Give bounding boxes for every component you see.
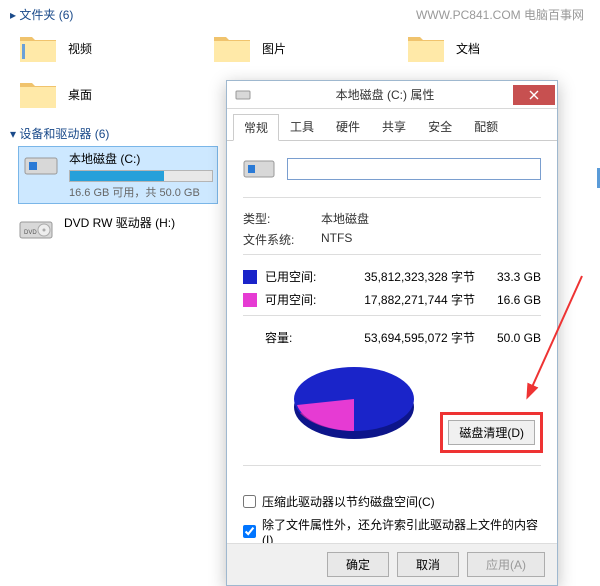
fs-value: NTFS [321,231,352,248]
drive-title: 本地磁盘 (C:) [69,150,213,167]
drive-small-icon [235,87,251,103]
folder-label: 桌面 [68,86,92,103]
free-bytes: 17,882,271,744 字节 [329,291,491,308]
used-swatch [243,270,257,284]
compress-label: 压缩此驱动器以节约磁盘空间(C) [262,493,435,510]
drive-icon [23,150,59,180]
capacity-bytes: 53,694,595,072 字节 [329,329,491,346]
dialog-title: 本地磁盘 (C:) 属性 [257,86,513,103]
tab-general[interactable]: 常规 [233,114,279,141]
folder-icon [18,77,58,111]
used-gb: 33.3 GB [491,270,541,284]
dvd-icon: DVD [18,214,54,244]
drive-dvd[interactable]: DVD DVD RW 驱动器 (H:) [18,210,218,248]
drive-usage-bar [69,170,213,182]
separator [243,254,541,255]
folder-icon [406,31,446,65]
folder-desktop[interactable]: 桌面 [18,77,158,111]
folders-row-1: 视频 图片 文档 [0,27,600,73]
separator [243,315,541,316]
free-gb: 16.6 GB [491,293,541,307]
titlebar[interactable]: 本地磁盘 (C:) 属性 [227,81,557,109]
folder-documents[interactable]: 文档 [406,31,546,65]
folder-label: 图片 [262,40,286,57]
used-label: 已用空间: [265,268,329,285]
tab-hardware[interactable]: 硬件 [325,113,371,140]
close-button[interactable] [513,85,555,105]
type-value: 本地磁盘 [321,210,369,227]
type-label: 类型: [243,210,321,227]
tab-tools[interactable]: 工具 [279,113,325,140]
cancel-button[interactable]: 取消 [397,552,459,577]
folder-icon [18,31,58,65]
used-bytes: 35,812,323,328 字节 [329,268,491,285]
compress-checkbox-row[interactable]: 压缩此驱动器以节约磁盘空间(C) [243,490,541,513]
tab-strip: 常规 工具 硬件 共享 安全 配额 [227,109,557,141]
tab-body: 类型:本地磁盘 文件系统:NTFS 已用空间: 35,812,323,328 字… [227,141,557,560]
free-label: 可用空间: [265,291,329,308]
separator [243,465,541,466]
folder-label: 文档 [456,40,480,57]
disk-cleanup-button[interactable]: 磁盘清理(D) [448,420,535,445]
volume-name-input[interactable] [287,158,541,180]
properties-dialog: 本地磁盘 (C:) 属性 常规 工具 硬件 共享 安全 配额 类型:本地磁盘 文… [226,80,558,586]
usage-pie-chart [284,357,424,447]
tab-quota[interactable]: 配额 [463,113,509,140]
capacity-label: 容量: [265,329,329,346]
close-icon [529,90,539,100]
tab-security[interactable]: 安全 [417,113,463,140]
capacity-gb: 50.0 GB [491,331,541,345]
svg-text:DVD: DVD [24,230,37,236]
folder-pictures[interactable]: 图片 [212,31,352,65]
fs-label: 文件系统: [243,231,321,248]
free-swatch [243,293,257,307]
ok-button[interactable]: 确定 [327,552,389,577]
separator [243,197,541,198]
compress-checkbox[interactable] [243,495,256,508]
apply-button[interactable]: 应用(A) [467,552,545,577]
folder-video[interactable]: 视频 [18,31,158,65]
drive-big-icon [243,155,275,183]
drive-subtitle: 16.6 GB 可用，共 50.0 GB [69,184,213,200]
cleanup-highlight: 磁盘清理(D) [440,412,543,453]
folder-icon [212,31,252,65]
dialog-footer: 确定 取消 应用(A) [227,543,557,585]
watermark: WWW.PC841.COM 电脑百事网 [416,6,584,23]
index-checkbox[interactable] [243,525,256,538]
folder-label: 视频 [68,40,92,57]
dvd-title: DVD RW 驱动器 (H:) [64,214,218,231]
drive-c[interactable]: 本地磁盘 (C:) 16.6 GB 可用，共 50.0 GB [18,146,218,204]
tab-sharing[interactable]: 共享 [371,113,417,140]
